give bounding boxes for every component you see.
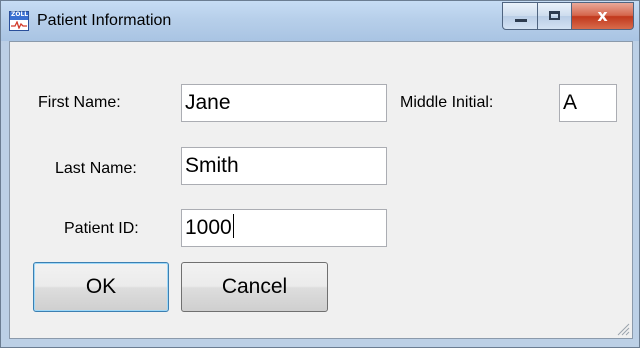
zoll-waveform-icon[interactable]: ZOLL (9, 11, 29, 31)
dialog-client-area: First Name: Jane Middle Initial: A Last … (9, 41, 633, 339)
patient-id-label: Patient ID: (64, 220, 139, 237)
resize-grip-icon[interactable] (616, 322, 630, 336)
patient-id-field[interactable]: 1000 (181, 209, 387, 247)
first-name-label: First Name: (38, 94, 121, 111)
text-caret (232, 214, 234, 238)
caption-buttons: x (502, 2, 634, 32)
first-name-value: Jane (185, 91, 231, 114)
last-name-field[interactable]: Smith (181, 147, 387, 185)
maximize-icon (549, 11, 560, 20)
middle-initial-label: Middle Initial: (400, 94, 494, 111)
close-icon: x (597, 6, 608, 25)
minimize-button[interactable] (502, 2, 538, 30)
last-name-label: Last Name: (55, 160, 137, 177)
window-title: Patient Information (37, 12, 172, 29)
maximize-button[interactable] (538, 2, 572, 30)
last-name-value: Smith (185, 154, 239, 177)
patient-id-value: 1000 (185, 216, 232, 239)
ok-button[interactable]: OK (33, 262, 169, 312)
title-bar[interactable]: ZOLL Patient Information x (1, 1, 639, 41)
first-name-field[interactable]: Jane (181, 84, 387, 122)
cancel-button[interactable]: Cancel (181, 262, 328, 312)
middle-initial-field[interactable]: A (559, 84, 617, 122)
middle-initial-value: A (563, 91, 578, 114)
patient-information-window: ZOLL Patient Information x First Name: J… (0, 0, 640, 348)
close-button[interactable]: x (572, 2, 634, 30)
minimize-icon (515, 19, 527, 22)
